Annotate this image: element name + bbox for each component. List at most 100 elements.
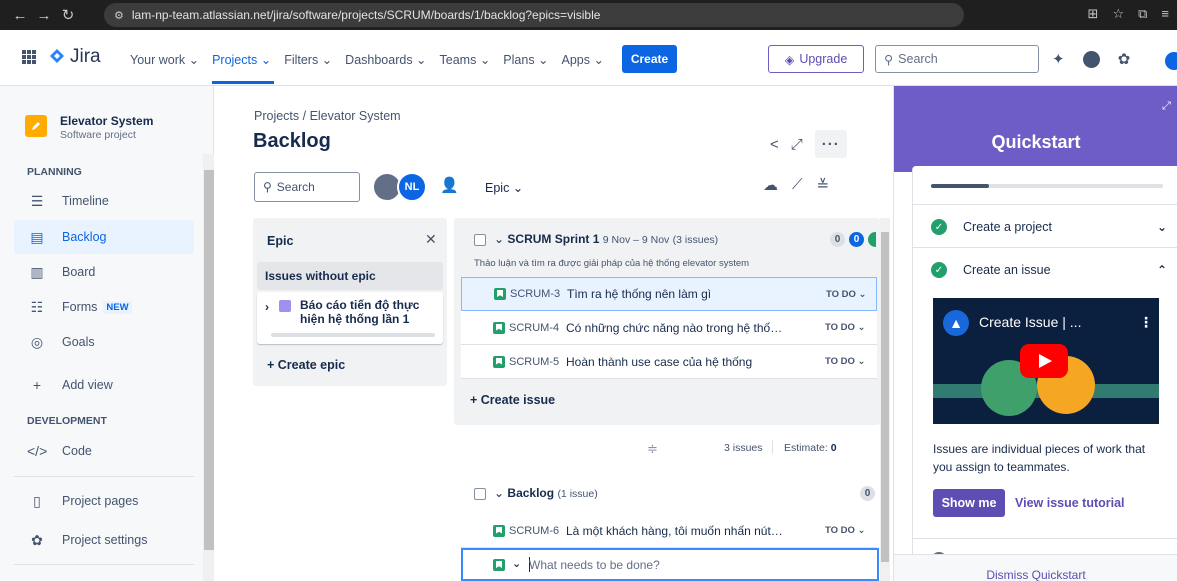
issue-summary: Là một khách hàng, tôi muốn nhấn nút…	[566, 523, 783, 538]
backlog-icon: ▤	[30, 228, 44, 245]
status-dropdown[interactable]: TO DO ⌄	[826, 289, 867, 300]
sidebar-item-project-pages[interactable]: ▯ Project pages	[14, 484, 194, 518]
drag-handle-icon[interactable]: ≑	[647, 441, 658, 457]
breadcrumb[interactable]: Projects / Elevator System	[254, 109, 401, 123]
reload-icon[interactable]: ↻	[56, 6, 80, 24]
project-icon	[25, 115, 47, 137]
sprint-goal: Thảo luận và tìm ra được giải pháp của h…	[474, 258, 750, 269]
extensions-icon[interactable]: ⧉	[1138, 6, 1147, 22]
sprint-checkbox[interactable]	[474, 234, 486, 246]
dismiss-quickstart-link[interactable]: Dismiss Quickstart	[894, 568, 1177, 581]
backlog-search-input[interactable]: ⚲ Search	[254, 172, 360, 202]
status-dropdown[interactable]: TO DO ⌄	[825, 356, 866, 367]
sprint-name: SCRUM Sprint 1	[507, 232, 600, 246]
fullscreen-icon[interactable]: ⤢	[791, 136, 803, 153]
sidebar-scrollbar-thumb[interactable]	[204, 170, 214, 550]
upgrade-button[interactable]: ◈ Upgrade	[768, 45, 864, 73]
issue-type-dropdown-icon[interactable]: ⌄	[512, 557, 521, 570]
nav-apps[interactable]: Apps ⌄	[562, 52, 604, 67]
issue-key[interactable]: SCRUM-6	[509, 525, 559, 537]
sidebar-item-forms[interactable]: ☷ Forms NEW	[14, 290, 194, 324]
avatar-nl[interactable]: NL	[397, 172, 427, 202]
show-me-button[interactable]: Show me	[933, 489, 1005, 517]
issue-summary: Có những chức năng nào trong hệ thố…	[566, 320, 783, 335]
issues-without-epic[interactable]: Issues without epic	[257, 262, 443, 290]
issue-row[interactable]: SCRUM-4 Có những chức năng nào trong hệ …	[461, 311, 877, 345]
status-dropdown[interactable]: TO DO ⌄	[825, 525, 866, 536]
nav-filters[interactable]: Filters ⌄	[284, 52, 332, 67]
sidebar-item-add-view[interactable]: + Add view	[14, 368, 194, 402]
issue-key[interactable]: SCRUM-4	[509, 322, 559, 334]
main-scrollbar-thumb[interactable]	[881, 232, 889, 562]
user-avatar[interactable]	[1165, 52, 1177, 70]
settings-icon[interactable]: ✿	[1118, 50, 1131, 68]
new-issue-placeholder: What needs to be done?	[529, 558, 660, 572]
more-actions-button[interactable]: ···	[814, 130, 847, 158]
sidebar-item-project-settings[interactable]: ✿ Project settings	[14, 523, 194, 557]
cloud-upload-icon[interactable]: ☁	[763, 176, 778, 194]
nav-projects[interactable]: Projects ⌄	[212, 52, 271, 67]
global-search-input[interactable]: ⚲ Search	[875, 45, 1039, 73]
translate-icon[interactable]: ⊞	[1088, 6, 1099, 22]
create-epic-button[interactable]: + Create epic	[267, 358, 345, 372]
task-create-project[interactable]: ✓ Create a project	[931, 219, 1052, 235]
add-people-icon[interactable]: 👤	[440, 176, 459, 194]
issue-row[interactable]: SCRUM-6 Là một khách hàng, tôi muốn nhấn…	[461, 514, 877, 548]
new-issue-input[interactable]: ⌄ What needs to be done?	[461, 548, 879, 581]
forward-icon[interactable]: →	[32, 7, 56, 24]
address-bar[interactable]: ⚙ lam-np-team.atlassian.net/jira/softwar…	[104, 3, 964, 27]
url-text: lam-np-team.atlassian.net/jira/software/…	[131, 8, 601, 22]
search-placeholder: Search	[276, 180, 315, 194]
bookmark-icon[interactable]: ☆	[1112, 6, 1124, 22]
help-icon[interactable]: ?	[1082, 50, 1100, 68]
sidebar-item-label: Add view	[62, 378, 113, 392]
sidebar-item-goals[interactable]: ◎ Goals	[14, 325, 194, 359]
tutorial-video[interactable]: ▲ Create Issue | ... ⋮	[933, 298, 1159, 424]
nav-teams[interactable]: Teams ⌄	[440, 52, 491, 67]
task-label: Create a project	[963, 220, 1052, 234]
in-progress-count: 0	[849, 232, 864, 247]
chevron-up-icon[interactable]: ⌃	[1157, 263, 1167, 277]
sidebar-item-code[interactable]: </> Code	[14, 434, 194, 468]
plus-icon: +	[32, 377, 42, 393]
create-issue-button[interactable]: + Create issue	[470, 393, 555, 407]
status-dropdown[interactable]: TO DO ⌄	[825, 322, 866, 333]
backlog-header[interactable]: ⌄ Backlog (1 issue)	[494, 486, 598, 500]
notifications-icon[interactable]: ✦	[1052, 50, 1065, 68]
epic-card[interactable]: › Báo cáo tiến độ thực hiện hệ thống lần…	[257, 292, 443, 344]
app-switcher-icon[interactable]	[22, 50, 36, 64]
view-settings-icon[interactable]: ≚	[817, 176, 830, 194]
nav-dashboards[interactable]: Dashboards ⌄	[345, 52, 426, 67]
story-icon	[493, 559, 505, 571]
close-icon[interactable]: ✕	[425, 231, 437, 248]
create-button[interactable]: Create	[622, 45, 677, 73]
sprint-header[interactable]: ⌄ SCRUM Sprint 1 9 Nov – 9 Nov (3 issues…	[494, 232, 718, 246]
nav-your-work[interactable]: Your work ⌄	[130, 52, 199, 67]
issue-key[interactable]: SCRUM-5	[509, 356, 559, 368]
task-create-issue[interactable]: ✓ Create an issue	[931, 262, 1051, 278]
expand-icon[interactable]: ⤢	[1162, 100, 1171, 113]
nav-plans[interactable]: Plans ⌄	[503, 52, 548, 67]
backlog-checkbox[interactable]	[474, 488, 486, 500]
sidebar-item-board[interactable]: ▥ Board	[14, 255, 194, 289]
play-icon[interactable]	[1020, 344, 1068, 378]
epic-filter-dropdown[interactable]: Epic ⌄	[485, 180, 523, 195]
view-tutorial-link[interactable]: View issue tutorial	[1015, 496, 1125, 510]
share-icon[interactable]: <	[770, 136, 779, 153]
issue-row[interactable]: SCRUM-3 Tìm ra hệ thống nên làm gì TO DO…	[461, 277, 877, 311]
sidebar-item-backlog[interactable]: ▤ Backlog	[14, 220, 194, 254]
insights-icon[interactable]: ⟋	[792, 176, 803, 194]
site-info-icon[interactable]: ⚙	[114, 9, 124, 22]
sidebar-item-timeline[interactable]: ☰ Timeline	[14, 184, 194, 218]
project-name[interactable]: Elevator System	[60, 114, 153, 128]
chevron-down-icon: ⌄	[494, 232, 505, 246]
video-menu-icon[interactable]: ⋮	[1139, 314, 1153, 331]
jira-logo[interactable]: Jira	[48, 46, 101, 68]
issue-key[interactable]: SCRUM-3	[510, 288, 560, 300]
chevron-down-icon[interactable]: ⌄	[1157, 220, 1167, 234]
menu-icon[interactable]: ≡	[1161, 6, 1169, 22]
back-icon[interactable]: ←	[8, 7, 32, 24]
issue-row[interactable]: SCRUM-5 Hoàn thành use case của hệ thống…	[461, 345, 877, 379]
chevron-right-icon[interactable]: ›	[265, 300, 269, 314]
epic-panel-title: Epic	[267, 234, 294, 248]
